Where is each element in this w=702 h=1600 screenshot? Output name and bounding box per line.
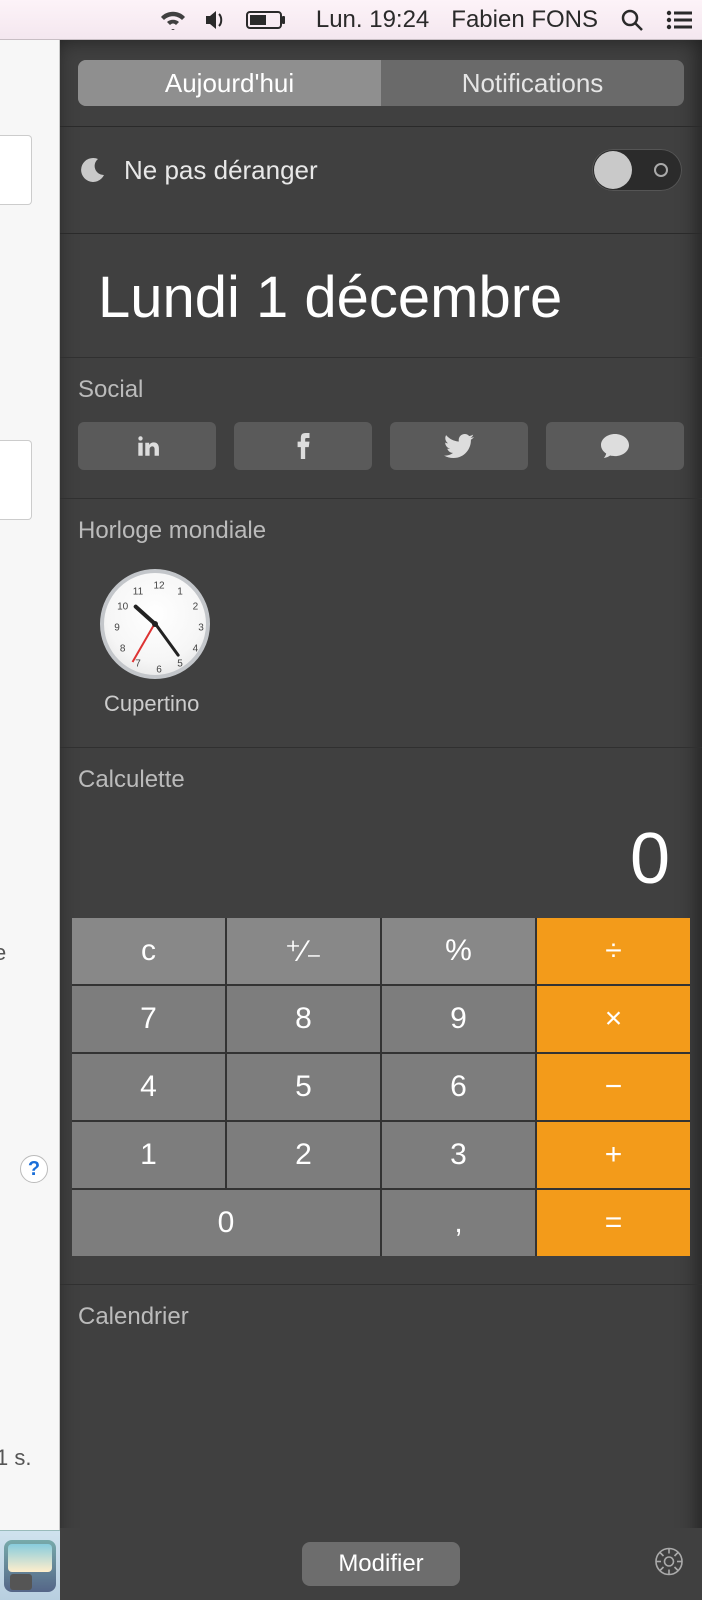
background-text: e [0,940,6,966]
dock [0,1530,60,1600]
calc-key-decimal[interactable]: , [382,1190,535,1256]
section-title-worldclock: Horloge mondiale [60,499,702,559]
calc-key-0[interactable]: 0 [72,1190,380,1256]
dock-app-photos[interactable] [4,1540,56,1592]
notification-center-panel: Aujourd'hui Notifications Ne pas dérange… [60,40,702,1600]
dnd-toggle[interactable] [592,149,682,191]
tab-notifications[interactable]: Notifications [381,60,684,106]
gear-icon[interactable] [654,1547,684,1582]
dnd-label: Ne pas déranger [124,155,576,186]
clock-city-label: Cupertino [100,691,702,717]
background-peek [0,135,32,205]
calculator-keypad: c ⁺∕₋ % ÷ 7 8 9 × 4 5 6 − 1 2 3 + 0 , = [72,918,690,1256]
section-title-calculator: Calculette [60,748,702,808]
menubar-clock[interactable]: Lun. 19:24 [316,6,429,34]
social-linkedin-button[interactable] [78,422,216,470]
calc-key-equals[interactable]: = [537,1190,690,1256]
menubar-user[interactable]: Fabien FONS [451,6,598,34]
tab-today[interactable]: Aujourd'hui [78,60,381,106]
section-title-calendar: Calendrier [60,1285,702,1345]
calc-key-8[interactable]: 8 [227,986,380,1052]
calc-key-7[interactable]: 7 [72,986,225,1052]
tab-segmented-control: Aujourd'hui Notifications [78,60,684,106]
calculator-widget: 0 c ⁺∕₋ % ÷ 7 8 9 × 4 5 6 − 1 2 3 + 0 , … [60,808,702,1284]
calendar-widget[interactable] [60,1345,702,1445]
calc-key-percent[interactable]: % [382,918,535,984]
panel-footer: Modifier [60,1528,702,1600]
calculator-display: 0 [72,812,690,918]
calc-key-3[interactable]: 3 [382,1122,535,1188]
calc-key-6[interactable]: 6 [382,1054,535,1120]
section-title-social: Social [60,358,702,418]
edit-button[interactable]: Modifier [302,1542,459,1586]
calc-key-4[interactable]: 4 [72,1054,225,1120]
spotlight-icon[interactable] [620,8,644,32]
social-row [60,418,702,498]
calc-key-9[interactable]: 9 [382,986,535,1052]
calc-key-2[interactable]: 2 [227,1122,380,1188]
analog-clock: 123456789101112 [100,569,210,679]
calc-key-clear[interactable]: c [72,918,225,984]
volume-icon[interactable] [204,10,228,30]
background-text: 1 s. [0,1445,31,1471]
social-messages-button[interactable] [546,422,684,470]
background-window-strip: e ? 1 s. [0,40,60,1600]
date-heading: Lundi 1 décembre [60,234,702,357]
notification-center-icon[interactable] [666,10,692,30]
calc-key-divide[interactable]: ÷ [537,918,690,984]
background-peek [0,440,32,520]
social-twitter-button[interactable] [390,422,528,470]
calc-key-add[interactable]: + [537,1122,690,1188]
menubar: Lun. 19:24 Fabien FONS [0,0,702,40]
calc-key-subtract[interactable]: − [537,1054,690,1120]
calc-key-plusminus[interactable]: ⁺∕₋ [227,918,380,984]
help-icon[interactable]: ? [20,1155,48,1183]
calc-key-1[interactable]: 1 [72,1122,225,1188]
battery-icon[interactable] [246,11,286,29]
calc-key-5[interactable]: 5 [227,1054,380,1120]
wifi-icon[interactable] [160,10,186,30]
moon-icon [80,157,108,183]
social-facebook-button[interactable] [234,422,372,470]
calc-key-multiply[interactable]: × [537,986,690,1052]
do-not-disturb-row: Ne pas déranger [60,127,702,213]
world-clock-widget[interactable]: 123456789101112 Cupertino [60,559,702,747]
